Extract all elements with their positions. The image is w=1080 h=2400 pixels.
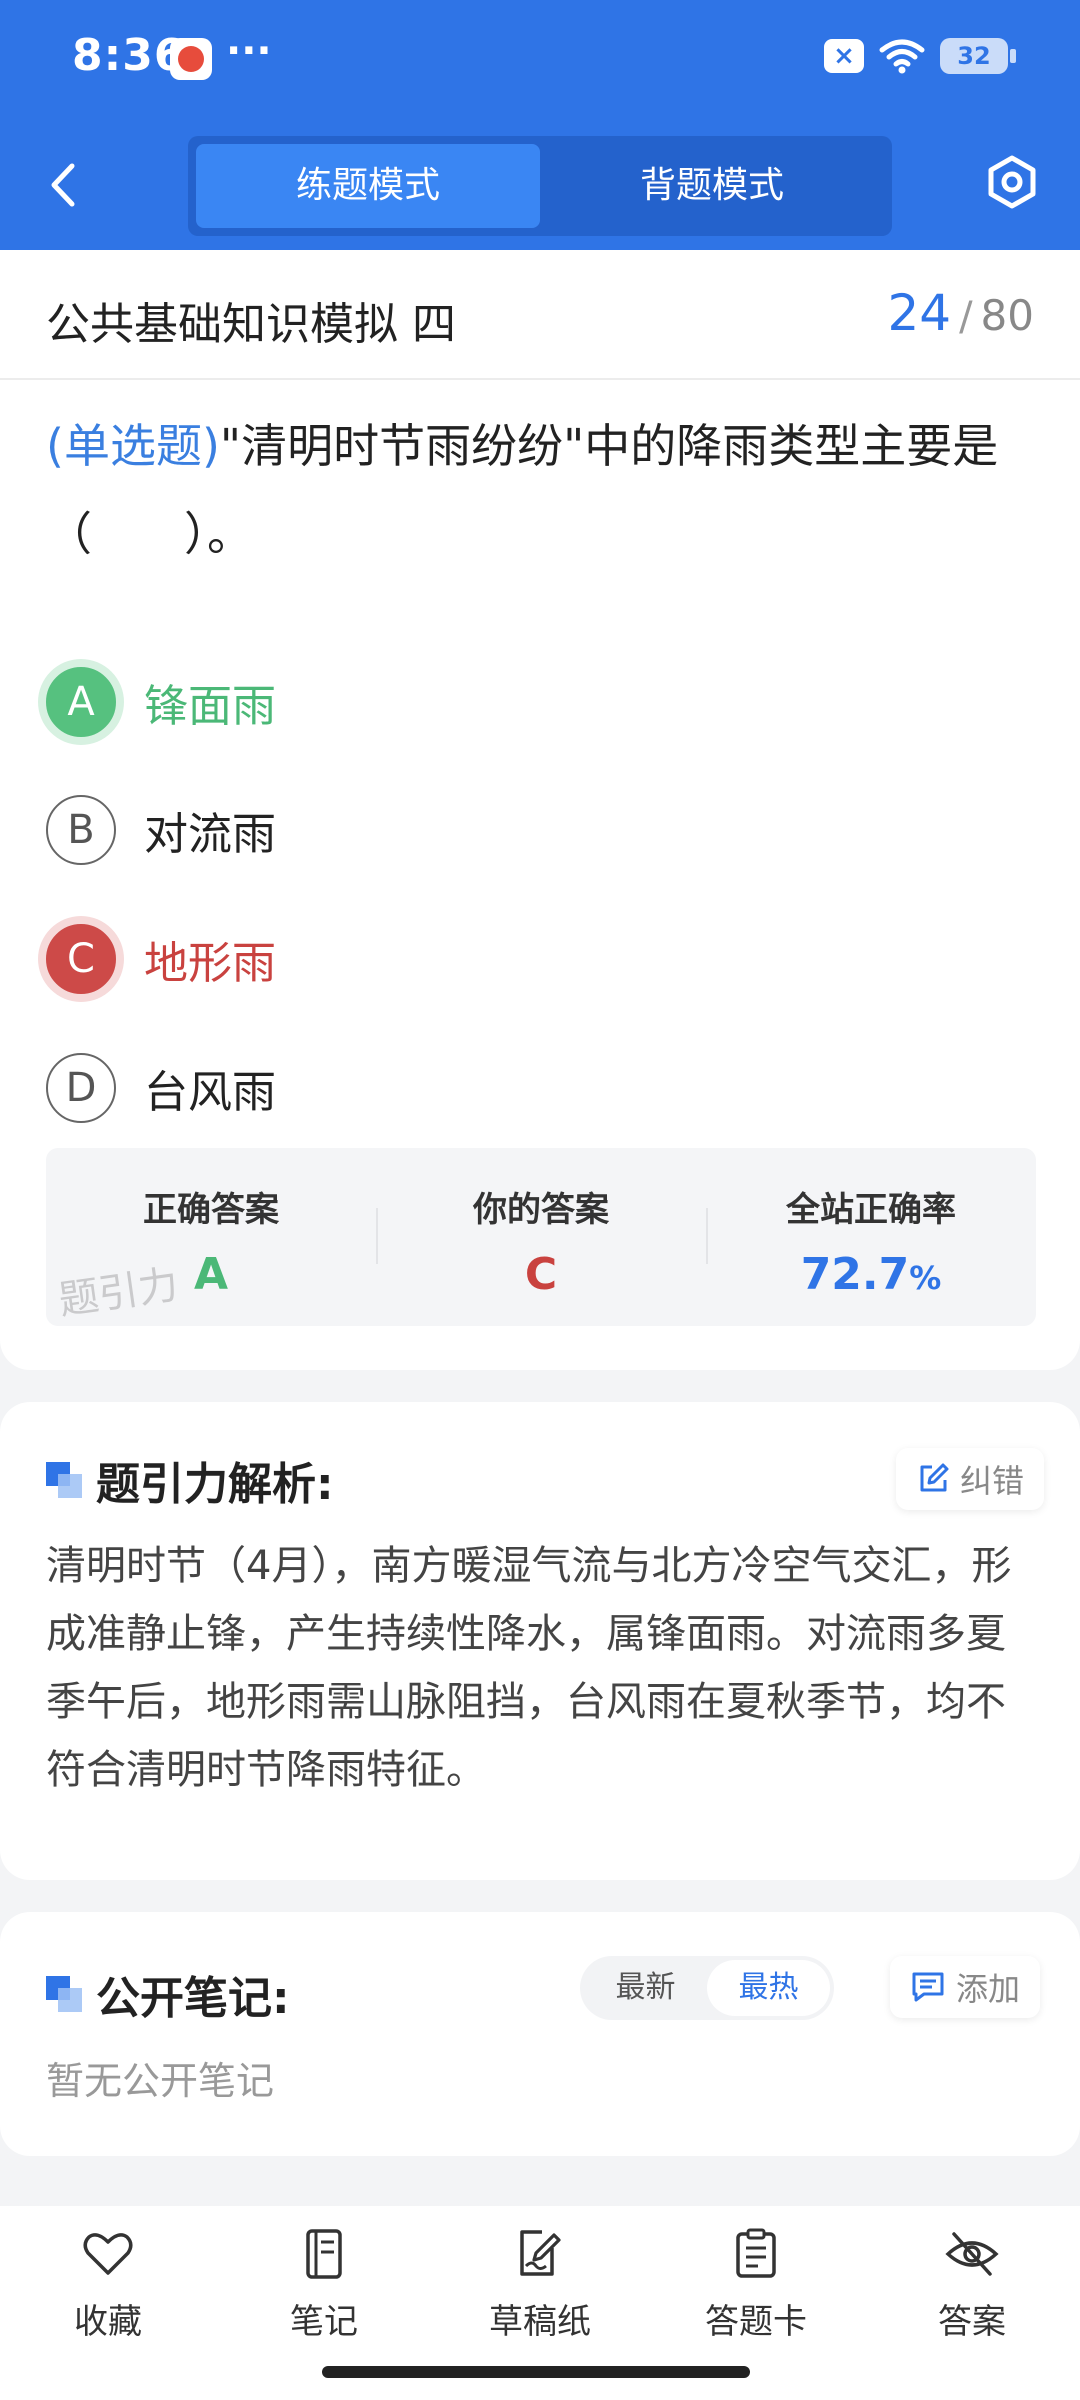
notes-header: 公开笔记: — [46, 1962, 290, 2026]
accuracy-label: 全站正确率 — [786, 1190, 956, 1230]
analysis-text: 清明时节（4月），南方暖湿气流与北方冷空气交汇，形成准静止锋，产生持续性降水，属… — [46, 1543, 1012, 1793]
option-letter: B — [46, 795, 116, 865]
option-c[interactable]: C 地形雨 — [46, 919, 1026, 999]
tab-answer-card[interactable]: 答题卡 — [676, 2226, 836, 2343]
heart-icon — [83, 2233, 133, 2275]
section-icon — [46, 1976, 82, 2012]
tab-label: 答题卡 — [705, 2302, 807, 2342]
app-notification-icon — [170, 38, 212, 80]
option-text: 锋面雨 — [144, 681, 276, 732]
add-note-button[interactable]: 添加 — [890, 1956, 1041, 2018]
tab-scratch-paper[interactable]: 草稿纸 — [460, 2226, 620, 2343]
tab-favorite[interactable]: 收藏 — [28, 2226, 188, 2343]
exam-title-row: 公共基础知识模拟 四 24/80 — [0, 250, 1080, 380]
settings-icon[interactable] — [982, 152, 1042, 212]
tab-label: 收藏 — [74, 2302, 142, 2342]
option-letter: D — [46, 1053, 116, 1123]
option-a[interactable]: A 锋面雨 — [46, 662, 1026, 742]
empty-notes-text: 暂无公开笔记 — [46, 2059, 275, 2103]
question-stem: (单选题)"清明时节雨纷纷"中的降雨类型主要是（ ）。 — [46, 402, 1036, 578]
accuracy-unit: % — [909, 1259, 942, 1297]
option-text: 对流雨 — [144, 809, 276, 860]
back-button[interactable] — [40, 150, 90, 220]
add-note-label: 添加 — [956, 1970, 1021, 2008]
section-icon — [46, 1462, 82, 1498]
tab-practice-mode[interactable]: 练题模式 — [196, 144, 540, 228]
status-bar: 8:36 ··· × 32 — [0, 0, 1080, 120]
your-answer-col: 你的答案 C — [376, 1148, 706, 1326]
battery-icon: 32 — [940, 38, 1016, 74]
option-letter: A — [46, 667, 116, 737]
top-bar: 8:36 ··· × 32 练题模式 背题模式 — [0, 0, 1080, 250]
notes-card: 公开笔记: 最新 最热 添加 暂无公开笔记 — [0, 1912, 1080, 2156]
current-question-number: 24 — [887, 284, 952, 342]
tab-answer[interactable]: 答案 — [892, 2226, 1052, 2343]
option-text: 台风雨 — [144, 1067, 276, 1118]
progress-separator: / — [959, 294, 973, 340]
option-b[interactable]: B 对流雨 — [46, 790, 1026, 870]
exam-title: 公共基础知识模拟 四 — [46, 299, 456, 350]
accuracy-number: 72.7 — [800, 1249, 910, 1300]
your-answer-value: C — [524, 1249, 558, 1300]
tab-label: 草稿纸 — [489, 2302, 591, 2342]
answer-summary: 正确答案 A 你的答案 C 全站正确率 72.7% — [46, 1148, 1036, 1326]
sort-hot[interactable]: 最热 — [707, 1960, 830, 2016]
option-d[interactable]: D 台风雨 — [46, 1048, 1026, 1128]
answer-card-icon — [736, 2228, 776, 2278]
total-questions: 80 — [980, 291, 1034, 340]
tab-notes[interactable]: 笔记 — [244, 2226, 404, 2343]
correct-answer-label: 正确答案 — [143, 1190, 279, 1230]
eye-off-icon — [945, 2232, 999, 2276]
option-text: 地形雨 — [144, 938, 276, 989]
wifi-icon — [879, 39, 925, 74]
accuracy-value: 72.7% — [706, 1249, 1036, 1300]
tab-label: 答案 — [938, 2302, 1006, 2342]
no-sim-icon: × — [824, 39, 864, 73]
more-notifications-icon: ··· — [226, 28, 272, 74]
question-progress[interactable]: 24/80 — [887, 284, 1034, 342]
accuracy-col: 全站正确率 72.7% — [706, 1148, 1036, 1326]
status-indicators: × 32 — [824, 36, 1016, 76]
report-error-button[interactable]: 纠错 — [896, 1448, 1045, 1510]
notes-sort-toggle: 最新 最热 — [580, 1956, 834, 2020]
your-answer-label: 你的答案 — [473, 1190, 609, 1230]
question-card: 公共基础知识模拟 四 24/80 (单选题)"清明时节雨纷纷"中的降雨类型主要是… — [0, 250, 1080, 1370]
tab-label: 笔记 — [290, 2302, 358, 2342]
analysis-header: 题引力解析: — [46, 1448, 334, 1512]
notebook-icon — [306, 2229, 342, 2279]
notes-title: 公开笔记: — [96, 1973, 290, 2024]
comment-icon — [912, 1972, 944, 2002]
mode-switch: 练题模式 背题模式 — [188, 136, 892, 236]
analysis-card: 题引力解析: 纠错 清明时节（4月），南方暖湿气流与北方冷空气交汇，形成准静止锋… — [0, 1402, 1080, 1880]
analysis-title: 题引力解析: — [96, 1459, 334, 1510]
option-letter: C — [46, 924, 116, 994]
tab-memorize-mode[interactable]: 背题模式 — [540, 144, 884, 228]
draft-icon — [520, 2230, 561, 2276]
sort-latest[interactable]: 最新 — [584, 1960, 707, 2016]
status-time: 8:36 — [72, 30, 186, 81]
report-error-label: 纠错 — [960, 1462, 1025, 1500]
question-type: (单选题) — [46, 419, 220, 473]
home-indicator[interactable] — [322, 2366, 750, 2378]
edit-icon — [920, 1463, 949, 1492]
